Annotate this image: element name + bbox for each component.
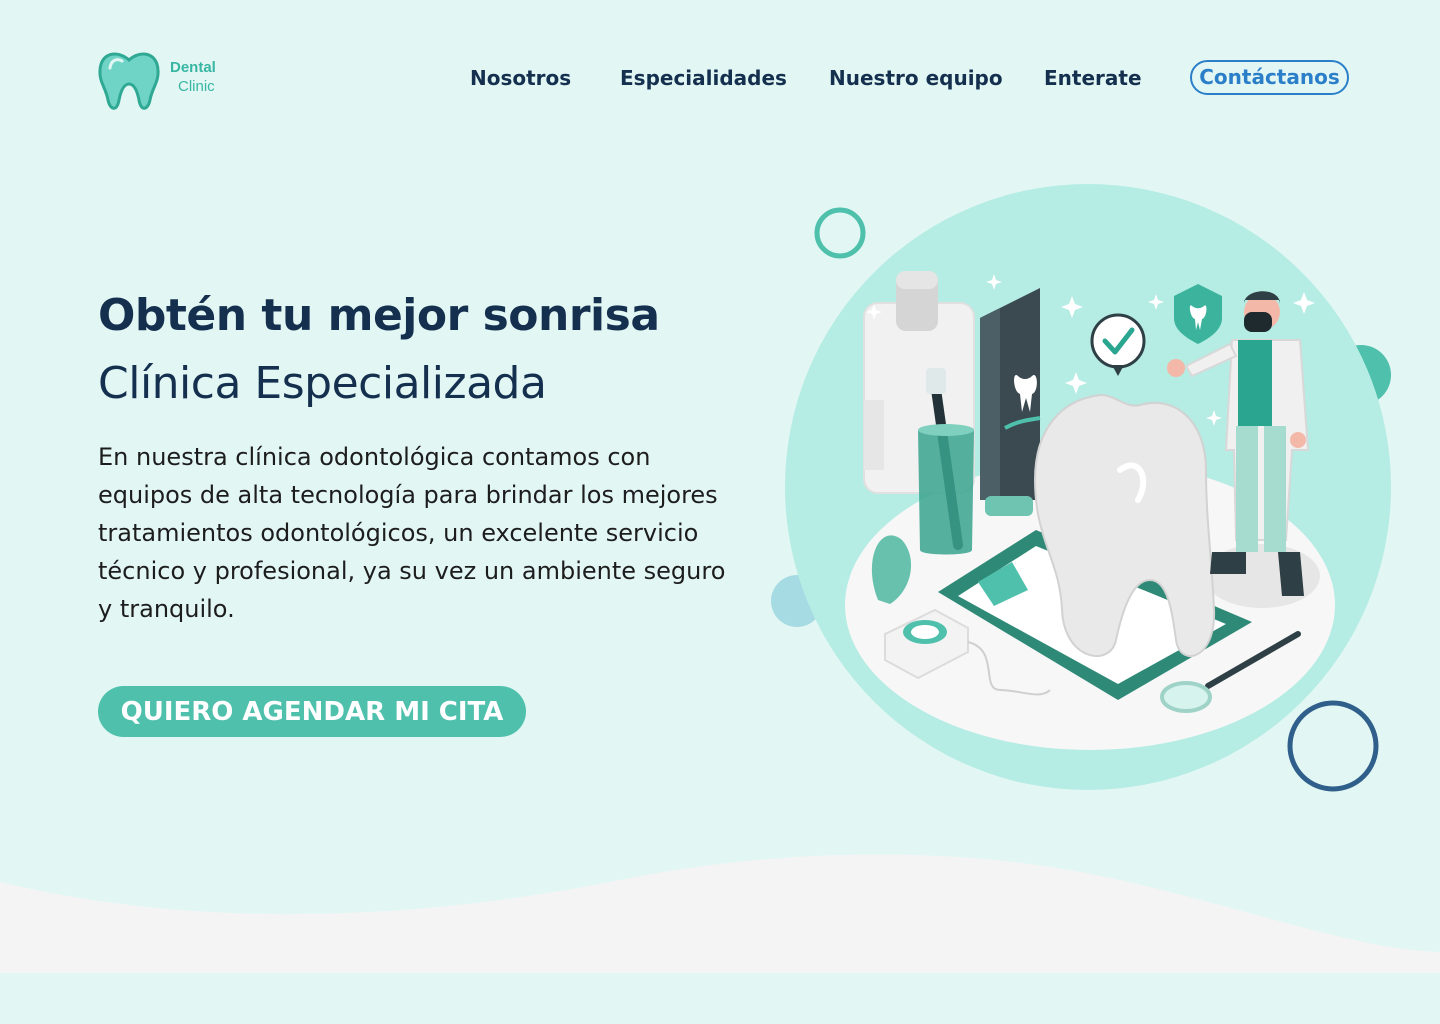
- hero-description: En nuestra clínica odontológica contamos…: [98, 443, 726, 623]
- decor-ring-navy: [1287, 700, 1379, 792]
- hero-title: Obtén tu mejor sonrisa: [98, 290, 660, 341]
- nav-item-enterate[interactable]: Enterate: [1044, 66, 1142, 90]
- nav-item-nosotros[interactable]: Nosotros: [470, 66, 571, 90]
- hero-illustration: [771, 184, 1391, 792]
- hero-subtitle: Clínica Especializada: [98, 358, 547, 409]
- toothpaste-tube: [980, 288, 1041, 516]
- contact-button[interactable]: Contáctanos: [1190, 60, 1349, 95]
- main-nav: Nosotros Especialidades Nuestro equipo E…: [0, 60, 1440, 100]
- book-appointment-button[interactable]: QUIERO AGENDAR MI CITA: [98, 686, 526, 737]
- decor-ring-teal: [814, 207, 866, 259]
- footer-wave: [0, 854, 1440, 1024]
- nav-item-nuestro-equipo[interactable]: Nuestro equipo: [829, 66, 1003, 90]
- nav-item-especialidades[interactable]: Especialidades: [620, 66, 787, 90]
